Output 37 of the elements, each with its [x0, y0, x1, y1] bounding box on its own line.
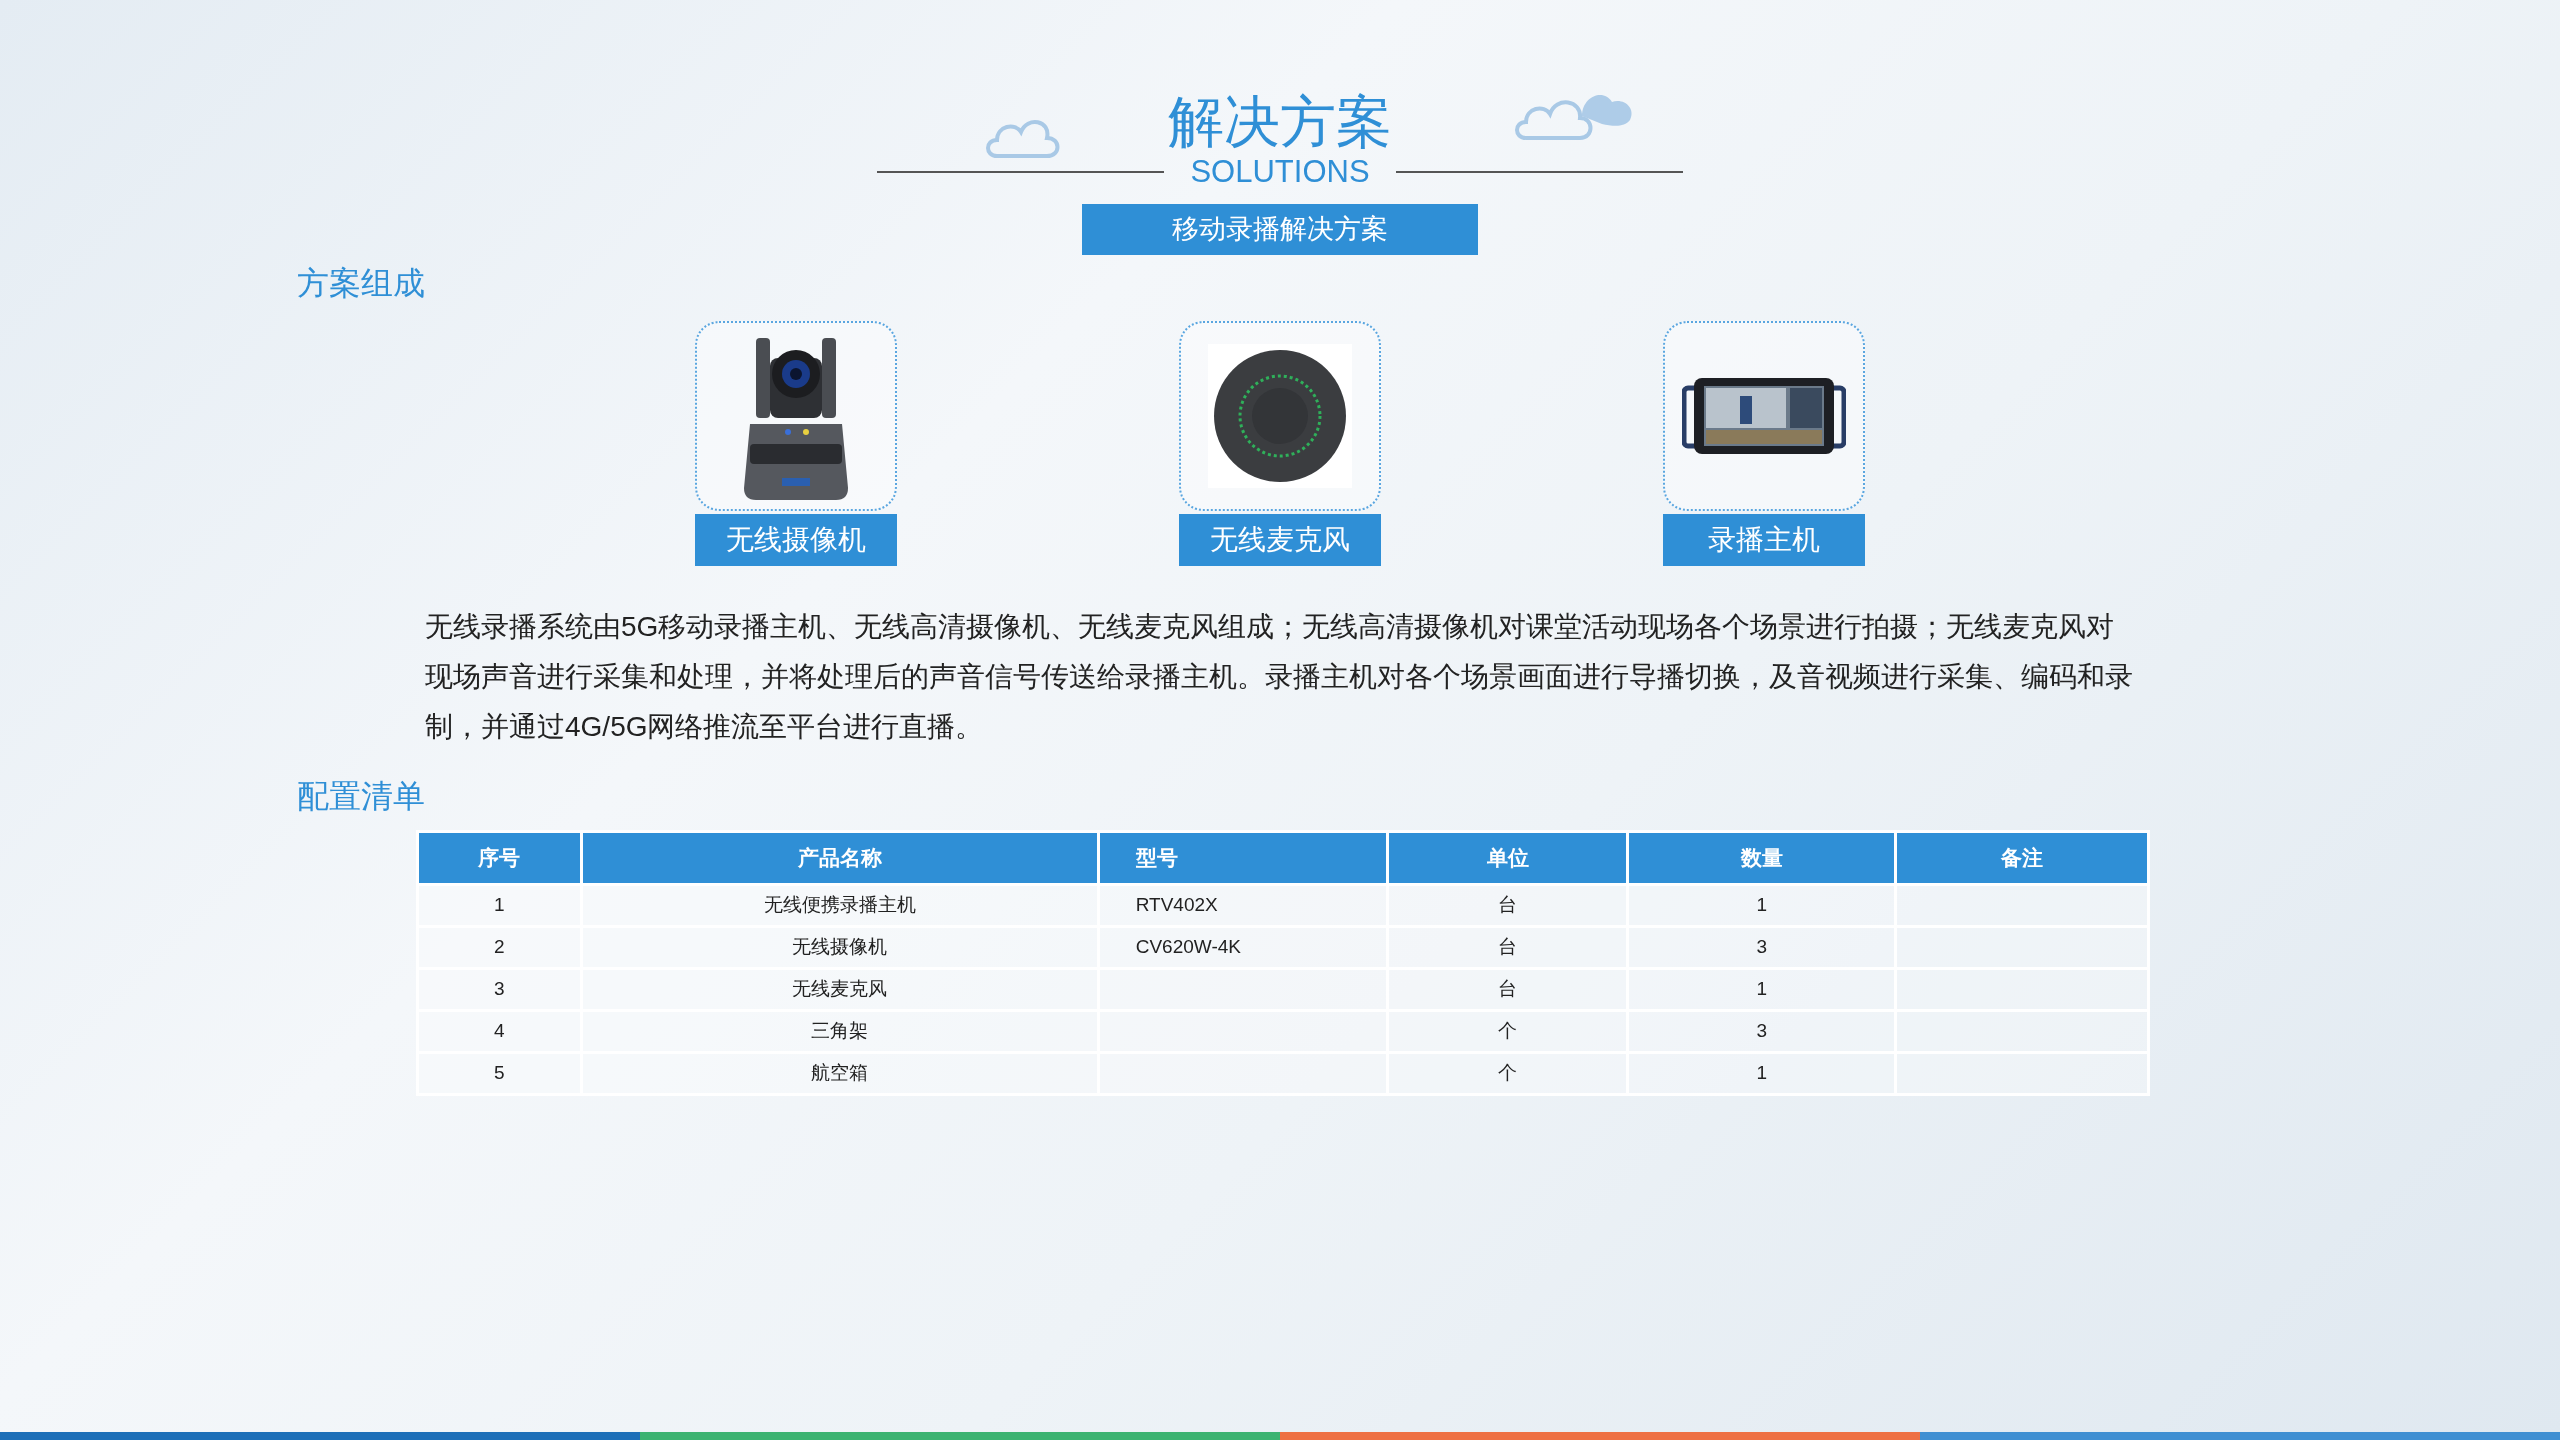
table-cell: 1 — [1756, 978, 1767, 1000]
table-cell: RTV402X — [1135, 894, 1218, 916]
table-cell: 3 — [494, 978, 505, 1000]
product-label: 无线摄像机 — [695, 514, 897, 566]
page-title: 解决方案 — [1168, 90, 1392, 154]
table-cell: 无线麦克风 — [792, 978, 888, 1000]
table-cell: 无线摄像机 — [792, 936, 888, 958]
column-header: 产品名称 — [581, 831, 1099, 885]
table-cell: 台 — [1498, 936, 1518, 958]
table-cell: 3 — [1756, 936, 1767, 958]
table-cell: 1 — [494, 894, 505, 916]
product-label: 录播主机 — [1663, 514, 1865, 566]
column-header: 单位 — [1387, 831, 1628, 885]
solution-banner: 移动录播解决方案 — [1082, 204, 1478, 255]
table-cell: 4 — [494, 1020, 505, 1042]
column-header: 数量 — [1627, 831, 1896, 885]
table-cell: 个 — [1498, 1062, 1518, 1084]
table-cell: 2 — [494, 936, 505, 958]
table-cell: 个 — [1498, 1020, 1518, 1042]
table-cell: 航空箱 — [811, 1062, 869, 1084]
column-header: 备注 — [1895, 831, 2149, 885]
table-cell: 台 — [1498, 978, 1518, 1000]
description-paragraph: 无线录播系统由5G移动录播主机、无线高清摄像机、无线麦克风组成；无线高清摄像机对课堂活动现场各个场景进行拍摄；无线麦克风对现场声音进行采集和处理，并将处理后的声音信号传送给录播主机。录播主机对各个场景画面进行导播切换，及音视频进行采集、编码和录制，并通过4G/5G网络推流至平台进行直播。 — [425, 610, 2134, 744]
column-header: 型号 — [1098, 831, 1388, 885]
table-cell: 1 — [1756, 1062, 1767, 1084]
table-cell: 3 — [1756, 1020, 1767, 1042]
table-cell: 5 — [494, 1062, 505, 1084]
section-heading: 方案组成 — [297, 264, 425, 303]
section-heading: 配置清单 — [297, 777, 425, 816]
table-cell: 1 — [1756, 894, 1767, 916]
product-label: 无线麦克风 — [1179, 514, 1381, 566]
table-cell: 台 — [1498, 894, 1518, 916]
page-subtitle: SOLUTIONS — [1190, 154, 1370, 190]
table-cell: 无线便携录播主机 — [763, 894, 916, 916]
table-cell: 三角架 — [811, 1020, 869, 1042]
column-header: 序号 — [417, 831, 582, 885]
table-cell: CV620W-4K — [1135, 936, 1241, 958]
